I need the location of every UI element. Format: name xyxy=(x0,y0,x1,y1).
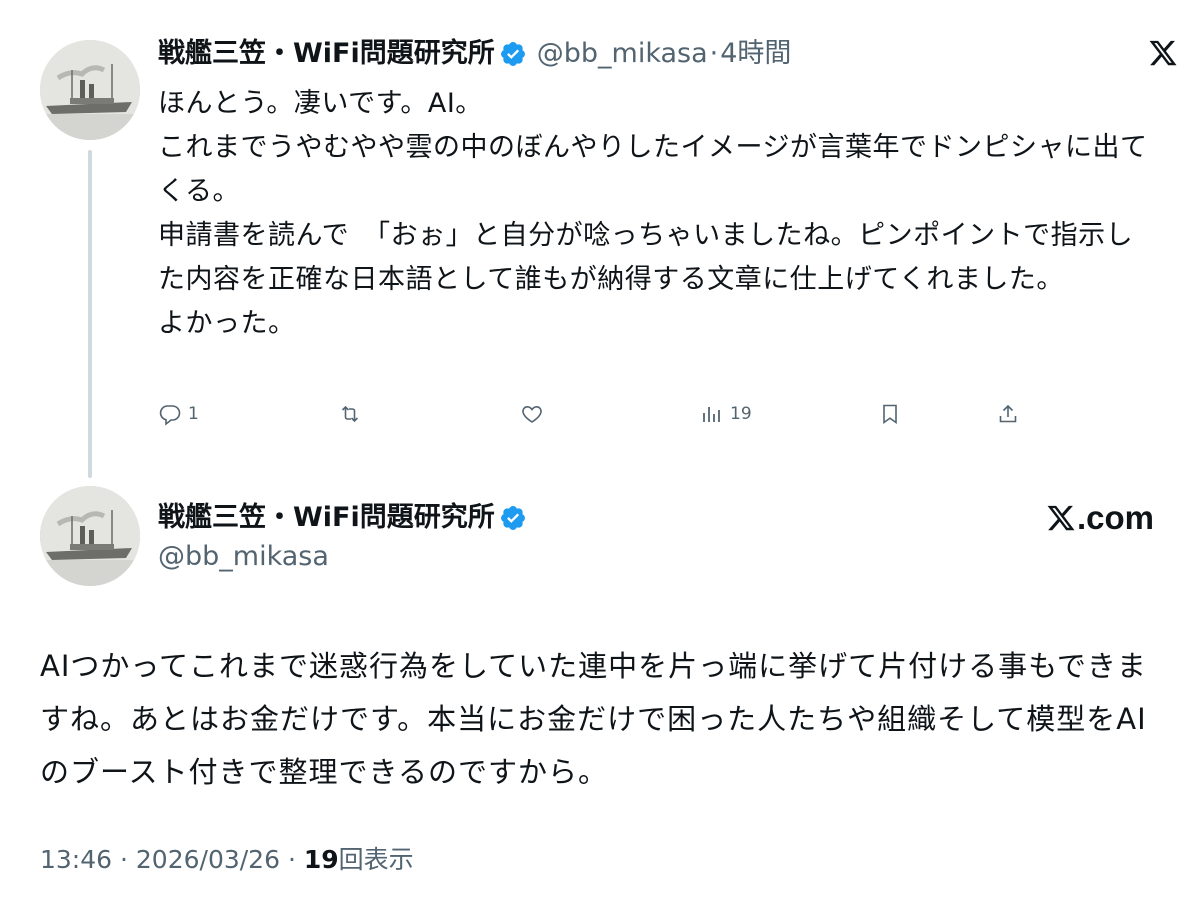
display-name[interactable]: 戦艦三笠・WiFi問題研究所 xyxy=(158,500,495,536)
verified-icon xyxy=(500,42,525,66)
views-count: 19 xyxy=(730,404,752,424)
x-logo-icon xyxy=(1047,505,1075,531)
x-com-brand[interactable]: .com xyxy=(1046,498,1154,538)
bookmark-button[interactable] xyxy=(878,396,996,432)
avatar[interactable] xyxy=(40,40,140,140)
display-name[interactable]: 戦艦三笠・WiFi問題研究所 xyxy=(158,36,495,72)
share-icon xyxy=(999,404,1017,423)
reply-button[interactable]: 1 xyxy=(158,396,338,432)
reply-icon xyxy=(159,405,181,426)
handle[interactable]: @bb_mikasa xyxy=(537,36,708,72)
avatar[interactable] xyxy=(40,486,140,586)
retweet-icon xyxy=(341,405,359,423)
bookmark-icon xyxy=(883,404,897,425)
main-tweet-header: 戦艦三笠・WiFi問題研究所 xyxy=(158,500,527,536)
brand-domain: .com xyxy=(1077,499,1155,536)
like-button[interactable] xyxy=(520,396,700,432)
reply-tweet-actions: 1 19 xyxy=(158,396,1028,432)
main-tweet-text: AIつかってこれまで迷惑行為をしていた連中を片っ端に挙げて片付ける事もできますね… xyxy=(40,649,1147,789)
verified-icon xyxy=(500,506,525,530)
separator-dot: · xyxy=(120,845,128,874)
timestamp-date[interactable]: 2026/03/26 xyxy=(136,845,280,874)
reply-tweet-header: 戦艦三笠・WiFi問題研究所 @bb_mikasa · 4時間 xyxy=(158,36,791,72)
reply-tweet-text: ほんとう。凄いです。AI。 これまでうやむやや雲の中のぼんやりしたイメージが言葉… xyxy=(158,88,1148,339)
views-number: 19 xyxy=(303,845,339,874)
time-ago[interactable]: 4時間 xyxy=(720,36,791,72)
share-button[interactable] xyxy=(996,396,1020,432)
timestamp-time[interactable]: 13:46 xyxy=(40,845,112,874)
views-button[interactable]: 19 xyxy=(700,396,878,432)
battleship-avatar-image xyxy=(40,486,140,586)
x-logo-icon[interactable] xyxy=(1148,38,1178,68)
tweet-timestamp-row: 13:46 · 2026/03/26 · 19回表示 xyxy=(40,842,414,878)
retweet-button[interactable] xyxy=(338,396,520,432)
reply-count: 1 xyxy=(188,404,199,424)
thread-connector-line xyxy=(88,150,92,478)
handle[interactable]: @bb_mikasa xyxy=(158,539,329,575)
views-icon xyxy=(703,407,720,422)
battleship-avatar-image xyxy=(40,40,140,140)
views-label: 回表示 xyxy=(338,845,414,874)
separator-dot: · xyxy=(287,845,296,874)
like-icon xyxy=(522,405,542,423)
separator-dot: · xyxy=(709,38,719,69)
